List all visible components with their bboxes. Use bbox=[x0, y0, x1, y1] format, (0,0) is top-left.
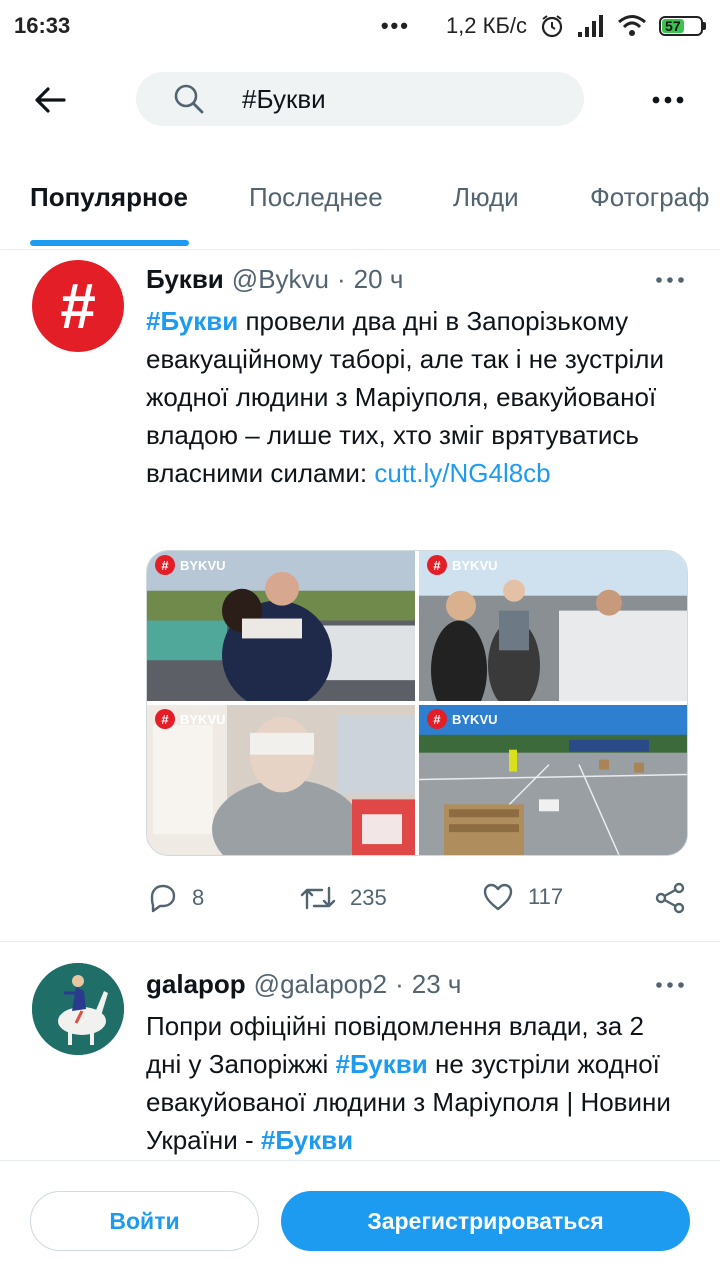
like-button[interactable]: 117 bbox=[482, 882, 563, 912]
active-tab-indicator bbox=[30, 240, 189, 246]
tweet-text: #Букви провели два дні в Запорізькому ев… bbox=[146, 302, 686, 492]
tweet-header: galapop @galapop2 · 23 ч bbox=[146, 969, 461, 1000]
photo-1[interactable]: # BYKVU bbox=[147, 551, 415, 701]
hashtag-link[interactable]: #Букви bbox=[335, 1049, 427, 1079]
reply-count: 8 bbox=[192, 885, 205, 910]
wifi-icon bbox=[618, 15, 646, 36]
status-time: 16:33 bbox=[14, 13, 71, 38]
avatar[interactable] bbox=[32, 963, 124, 1055]
tab-photos[interactable]: Фотограф bbox=[590, 182, 710, 213]
retweet-count: 235 bbox=[350, 885, 387, 910]
more-icon bbox=[656, 982, 684, 988]
bykvu-watermark: # BYKVU bbox=[427, 709, 498, 729]
search-header: #Букви bbox=[0, 70, 720, 128]
avatar[interactable]: # bbox=[32, 260, 124, 352]
hashtag-link[interactable]: #Букви bbox=[146, 306, 238, 336]
tweet-time[interactable]: 20 ч bbox=[354, 264, 404, 295]
more-icon bbox=[656, 277, 684, 283]
tweet-header: Букви @Bykvu · 20 ч bbox=[146, 264, 403, 295]
heart-icon bbox=[483, 883, 513, 911]
photo-3[interactable]: # BYKVU bbox=[147, 705, 415, 855]
tweet-text: Попри офіційні повідомлення влади, за 2 … bbox=[146, 1007, 686, 1159]
signup-button[interactable]: Зарегистрироваться bbox=[281, 1191, 690, 1251]
tab-popular[interactable]: Популярное bbox=[30, 182, 188, 213]
more-options-button[interactable] bbox=[646, 78, 690, 122]
tweet[interactable]: # Букви @Bykvu · 20 ч #Букви провели два… bbox=[0, 252, 720, 942]
search-input[interactable]: #Букви bbox=[136, 72, 584, 126]
photo-2[interactable]: # BYKVU bbox=[419, 551, 687, 701]
tab-people[interactable]: Люди bbox=[453, 182, 519, 213]
retweet-icon bbox=[300, 886, 336, 910]
more-icon bbox=[652, 96, 684, 104]
battery-level: 57 bbox=[662, 18, 684, 34]
search-query: #Букви bbox=[242, 83, 326, 114]
hashtag-link[interactable]: #Букви bbox=[261, 1125, 353, 1155]
tweet[interactable]: galapop @galapop2 · 23 ч Попри офіційні … bbox=[0, 943, 720, 1158]
share-icon bbox=[655, 882, 685, 914]
reply-icon bbox=[150, 884, 176, 913]
login-button[interactable]: Войти bbox=[30, 1191, 259, 1251]
back-button[interactable] bbox=[28, 78, 72, 122]
bykvu-watermark: # BYKVU bbox=[155, 709, 226, 729]
tweet-actions: 8 235 117 bbox=[146, 882, 691, 918]
back-arrow-icon bbox=[35, 87, 66, 113]
battery-icon: 57 bbox=[659, 16, 706, 36]
network-speed: 1,2 КБ/с bbox=[445, 13, 527, 38]
author-name[interactable]: galapop bbox=[146, 969, 246, 1000]
like-count: 117 bbox=[528, 884, 564, 909]
search-tabs: Популярное Последнее Люди Фотограф bbox=[0, 168, 720, 250]
photo-4[interactable]: # BYKVU bbox=[419, 705, 687, 855]
notification-dots: ••• bbox=[380, 13, 410, 38]
alarm-icon bbox=[541, 15, 563, 38]
media-grid: # BYKVU # BYKVU # BYKVU # BYKVU bbox=[146, 550, 688, 856]
retweet-button[interactable]: 235 bbox=[300, 882, 387, 914]
status-bar: 16:33 ••• 1,2 КБ/с 57 bbox=[0, 0, 720, 52]
author-name[interactable]: Букви bbox=[146, 264, 224, 295]
author-handle[interactable]: @Bykvu bbox=[232, 264, 329, 295]
author-handle[interactable]: @galapop2 bbox=[254, 969, 387, 1000]
bykvu-watermark: # BYKVU bbox=[155, 555, 226, 575]
reply-button[interactable]: 8 bbox=[146, 882, 204, 914]
tweet-more-button[interactable] bbox=[650, 971, 690, 999]
signal-icon bbox=[578, 15, 603, 37]
tweet-more-button[interactable] bbox=[650, 266, 690, 294]
url-link[interactable]: cutt.ly/NG4l8cb bbox=[374, 458, 550, 488]
share-button[interactable] bbox=[654, 882, 686, 914]
bykvu-watermark: # BYKVU bbox=[427, 555, 498, 575]
separator: · bbox=[337, 264, 346, 294]
tweet-time[interactable]: 23 ч bbox=[412, 969, 462, 1000]
tab-latest[interactable]: Последнее bbox=[249, 182, 383, 213]
bottom-bar: Войти Зарегистрироваться bbox=[0, 1160, 720, 1280]
search-icon bbox=[172, 82, 206, 116]
hash-logo-icon: # bbox=[60, 270, 96, 342]
separator: · bbox=[395, 969, 404, 999]
